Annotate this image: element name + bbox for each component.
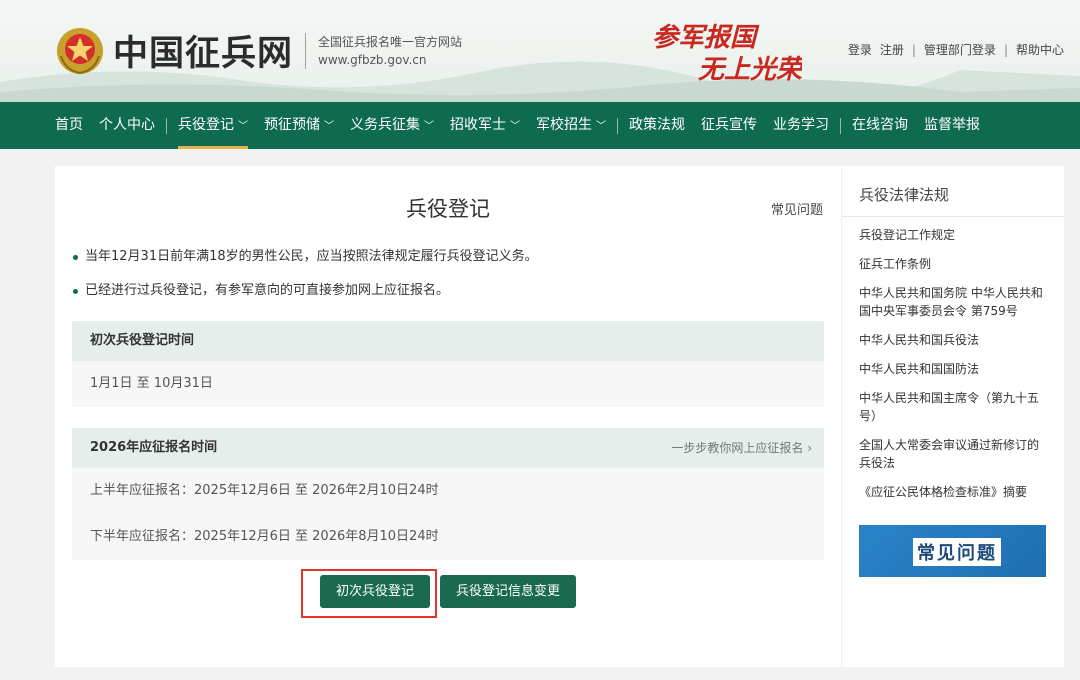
chevron-down-icon: ﹀ [510,121,520,132]
site-subtitle: 全国征兵报名唯一官方网站 [318,34,463,49]
nav-label: 首页 [55,117,83,133]
army-emblem-icon [57,27,103,74]
nav-label: 监督举报 [924,117,980,133]
law-link[interactable]: 兵役登记工作规定 [859,226,1049,244]
slogan-line-2: 无上光荣 [698,55,802,84]
nav-label: 征兵宣传 [701,117,757,133]
site-domain: www.gfbzb.gov.cn [318,52,427,67]
main-nav: 首页 个人中心 兵役登记 ﹀ 预征预储 ﹀ 义务兵征集 ﹀ 招收军士 ﹀ 军校招生 ﹀ 政… [0,102,1080,149]
logo-divider [305,32,307,69]
nav-nco-recruitment[interactable]: 招收军士 ﹀ [442,102,528,149]
main-panel: 兵役登记 常见问题 当年12月31日前年满18岁的男性公民，应当按照法律规定履行… [55,166,841,667]
faq-link[interactable]: 常见问题 [771,199,823,218]
law-link[interactable]: 中华人民共和国务院 中华人民共和国中央军事委员会令 第759号 [859,284,1049,320]
nav-publicity[interactable]: 征兵宣传 [693,102,765,149]
faq-banner-label: 常见问题 [913,538,1001,566]
nav-label: 招收军士 [450,117,506,133]
enlist-guide-link[interactable]: 一步步教你网上应征报名 › [671,428,812,468]
registration-change-button[interactable]: 兵役登记信息变更 [440,575,576,608]
nav-label: 在线咨询 [852,117,908,133]
law-links: 兵役登记工作规定 征兵工作条例 中华人民共和国务院 中华人民共和国中央军事委员会… [859,226,1049,512]
register-link[interactable]: 注册 [880,41,904,58]
card-title-text: 2026年应征报名时间 [90,440,218,455]
faq-banner[interactable]: 常见问题 [859,525,1046,577]
law-sidebar: 兵役法律法规 兵役登记工作规定 征兵工作条例 中华人民共和国务院 中华人民共和国… [842,166,1064,667]
nav-separator [166,117,167,134]
site-header: 中国征兵网 全国征兵报名唯一官方网站 www.gfbzb.gov.cn 参军报国… [0,0,1080,102]
chevron-down-icon: ﹀ [424,121,434,132]
enlistment-period-card: 2026年应征报名时间 一步步教你网上应征报名 › 上半年应征报名：2025年1… [72,428,824,560]
nav-military-registration[interactable]: 兵役登记 ﹀ [170,102,256,149]
chevron-down-icon: ﹀ [596,121,606,132]
site-name: 中国征兵网 [113,33,294,74]
nav-online-consult[interactable]: 在线咨询 [844,102,916,149]
law-link[interactable]: 《应征公民体格检查标准》摘要 [859,483,1049,501]
chevron-down-icon: ﹀ [238,121,248,132]
first-registration-button[interactable]: 初次兵役登记 [320,575,430,608]
nav-label: 个人中心 [99,117,155,133]
nav-conscription[interactable]: 义务兵征集 ﹀ [342,102,442,149]
card-title: 初次兵役登记时间 [72,321,824,361]
site-logo[interactable]: 中国征兵网 全国征兵报名唯一官方网站 www.gfbzb.gov.cn [55,25,462,76]
nav-policy[interactable]: 政策法规 [621,102,693,149]
chevron-down-icon: ﹀ [324,121,334,132]
nav-label: 业务学习 [773,117,829,133]
nav-pre-enlistment[interactable]: 预征预储 ﹀ [256,102,342,149]
nav-label: 兵役登记 [178,117,234,133]
nav-home[interactable]: 首页 [55,102,91,149]
law-link[interactable]: 征兵工作条例 [859,255,1049,273]
slogan-calligraphy: 参军报国 无上光荣 [652,23,802,84]
sidebar-divider [842,216,1064,217]
nav-military-academy[interactable]: 军校招生 ﹀ [528,102,614,149]
dept-login-link[interactable]: 管理部门登录 [924,41,996,58]
nav-separator [840,117,841,134]
card-title: 2026年应征报名时间 一步步教你网上应征报名 › [72,428,824,468]
nav-label: 军校招生 [536,117,592,133]
law-link[interactable]: 中华人民共和国兵役法 [859,331,1049,349]
sidebar-title: 兵役法律法规 [859,186,950,204]
registration-period: 1月1日 至 10月31日 [90,376,213,391]
help-center-link[interactable]: 帮助中心 [1016,41,1064,58]
top-links: 登录 注册 | 管理部门登录 | 帮助中心 [848,41,1064,58]
slogan-line-1: 参军报国 [652,23,760,53]
nav-label: 政策法规 [629,117,685,133]
page-title: 兵役登记 [406,197,490,221]
notice-item: 当年12月31日前年满18岁的男性公民，应当按照法律规定履行兵役登记义务。 [71,248,811,282]
nav-label: 预征预储 [264,117,320,133]
nav-report[interactable]: 监督举报 [916,102,988,149]
law-link[interactable]: 中华人民共和国国防法 [859,360,1049,378]
link-separator: | [1003,42,1008,57]
link-separator: | [911,42,916,57]
nav-separator [617,117,618,134]
first-half-period: 上半年应征报名：2025年12月6日 至 2026年2月10日24时 [90,483,439,498]
nav-personal-center[interactable]: 个人中心 [91,102,163,149]
second-half-period: 下半年应征报名：2025年12月6日 至 2026年8月10日24时 [90,529,439,544]
notice-list: 当年12月31日前年满18岁的男性公民，应当按照法律规定履行兵役登记义务。 已经… [71,248,811,316]
logo-subtitle: 全国征兵报名唯一官方网站 www.gfbzb.gov.cn [318,33,462,69]
nav-label: 义务兵征集 [350,117,420,133]
notice-item: 已经进行过兵役登记，有参军意向的可直接参加网上应征报名。 [71,282,811,316]
law-link[interactable]: 全国人大常委会审议通过新修订的兵役法 [859,436,1049,472]
law-link[interactable]: 中华人民共和国主席令（第九十五号） [859,389,1049,425]
nav-learning[interactable]: 业务学习 [765,102,837,149]
login-link[interactable]: 登录 [848,41,872,58]
first-registration-card: 初次兵役登记时间 1月1日 至 10月31日 [72,321,824,407]
